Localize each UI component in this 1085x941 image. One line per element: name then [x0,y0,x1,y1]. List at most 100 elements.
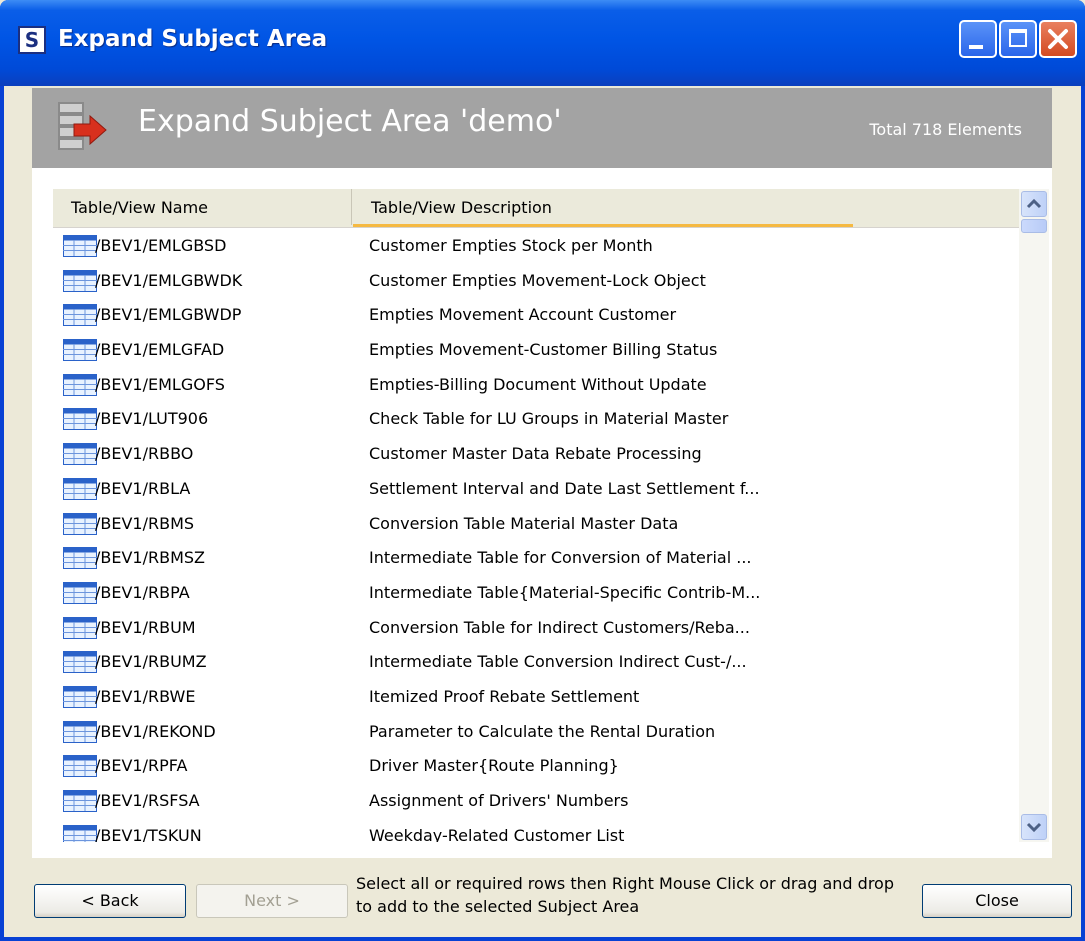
table-name: /BEV1/EMLGBSD [95,236,227,255]
table-name: /BEV1/RBWE [95,686,196,706]
table-icon [63,235,97,257]
minimize-icon [969,45,983,49]
table-icon [63,685,97,708]
table-name: /BEV1/RBLA [95,478,191,498]
table-icon [63,339,97,362]
table-row[interactable]: /BEV1/RBUMZ Intermediate Table Conversion… [53,644,1019,679]
table-description: Itemized Proof Rebate Settlement [369,686,640,706]
table-name: /BEV1/EMLGFAD [95,340,225,360]
vertical-scrollbar[interactable] [1019,189,1049,842]
table-icon [63,512,97,535]
scroll-thumb[interactable] [1021,219,1047,233]
table-description: Customer Empties Stock per Month [369,236,653,255]
table-row[interactable]: /BEV1/EMLGOFS Empties-Billing Document Wi… [53,367,1019,402]
table-row[interactable]: /BEV1/EMLGBSD Customer Empties Stock per … [53,228,1019,263]
scroll-up-button[interactable] [1021,191,1047,217]
table-description: Empties Movement Account Customer [369,305,677,325]
close-icon [1048,29,1068,49]
chevron-down-icon [1026,822,1042,833]
table-row[interactable]: /BEV1/RBBO Customer Master Data Rebate Pr… [53,436,1019,471]
table-row[interactable]: /BEV1/REKOND Parameter to Calculate the R… [53,714,1019,749]
table-icon [63,790,97,812]
tables-grid[interactable]: Table/View Name Table/View Description /… [52,188,1050,843]
table-description: Weekday-Related Customer List [369,825,625,843]
app-icon: S [18,26,46,54]
table-rows: /BEV1/EMLGBSD Customer Empties Stock per … [53,228,1019,843]
table-row[interactable]: /BEV1/RSFSA Assignment of Drivers' Number… [53,783,1019,818]
footer: < Back Next > Select all or required row… [0,858,1085,941]
table-name: /BEV1/TSKUN [95,825,202,843]
maximize-button[interactable] [999,20,1037,58]
table-name: /BEV1/RBUM [95,617,196,637]
maximize-icon [1009,29,1027,47]
column-header-name-label: Table/View Name [71,198,209,217]
table-row[interactable]: /BEV1/TSKUN Weekday-Related Customer List [53,818,1019,843]
table-row[interactable]: /BEV1/RBLA Settlement Interval and Date L… [53,471,1019,506]
table-description: Customer Master Data Rebate Processing [369,444,702,464]
table-row[interactable]: /BEV1/EMLGFAD Empties Movement-Customer B… [53,332,1019,367]
table-description: Customer Empties Movement-Lock Object [369,270,706,290]
title-bar[interactable]: S Expand Subject Area [0,0,1085,86]
table-name: /BEV1/REKOND [95,721,216,741]
table-name: /BEV1/RBUMZ [95,652,207,672]
table-icon [63,304,97,327]
window-title: Expand Subject Area [58,26,328,52]
table-icon [63,547,97,570]
table-icon [63,755,97,778]
table-row[interactable]: /BEV1/RBMS Conversion Table Material Mast… [53,506,1019,541]
table-icon [63,408,97,431]
chevron-up-icon [1026,198,1042,209]
column-header-name[interactable]: Table/View Name [53,189,352,225]
column-header-description-label: Table/View Description [371,198,552,217]
header-title: Expand Subject Area 'demo' [138,104,562,139]
table-icon [63,477,97,500]
header-band: Expand Subject Area 'demo' Total 718 Ele… [32,88,1052,168]
table-description: Conversion Table for Indirect Customers/… [369,617,750,637]
table-name: /BEV1/RSFSA [95,791,200,810]
table-name: /BEV1/EMLGBWDP [95,305,242,325]
scroll-down-button[interactable] [1021,814,1047,840]
table-icon [63,720,97,743]
table-name: /BEV1/RPFA [95,756,188,776]
next-button[interactable]: Next > [196,884,348,918]
table-name: /BEV1/EMLGOFS [95,374,225,394]
table-icon [63,581,97,604]
table-icon [63,373,97,396]
database-arrow-icon [58,102,107,150]
table-name: /BEV1/EMLGBWDK [95,270,243,290]
column-header-row: Table/View Name Table/View Description [53,189,1019,228]
table-row[interactable]: /BEV1/LUT906 Check Table for LU Groups in… [53,401,1019,436]
table-row[interactable]: /BEV1/RBUM Conversion Table for Indirect … [53,610,1019,645]
column-header-description[interactable]: Table/View Description [353,189,853,227]
table-row[interactable]: /BEV1/RBWE Itemized Proof Rebate Settleme… [53,679,1019,714]
table-row[interactable]: /BEV1/RPFA Driver Master{Route Planning} [53,748,1019,783]
table-description: Parameter to Calculate the Rental Durati… [369,721,716,741]
table-description: Driver Master{Route Planning} [369,756,619,776]
table-description: Settlement Interval and Date Last Settle… [369,478,760,498]
table-row[interactable]: /BEV1/EMLGBWDP Empties Movement Account C… [53,297,1019,332]
table-icon [63,443,97,466]
table-description: Empties Movement-Customer Billing Status [369,340,718,360]
close-button[interactable]: Close [922,884,1072,918]
total-elements: Total 718 Elements [869,120,1022,139]
content-panel: Table/View Name Table/View Description /… [32,168,1052,858]
table-description: Intermediate Table{Material-Specific Con… [369,582,761,602]
table-row[interactable]: /BEV1/RBPA Intermediate Table{Material-Sp… [53,575,1019,610]
table-icon [63,824,97,842]
back-button[interactable]: < Back [34,884,186,918]
table-row[interactable]: /BEV1/EMLGBWDK Customer Empties Movement-… [53,263,1019,298]
table-description: Conversion Table Material Master Data [369,513,679,533]
table-description: Check Table for LU Groups in Material Ma… [369,409,729,429]
minimize-button[interactable] [959,20,997,58]
table-name: /BEV1/LUT906 [95,409,209,429]
table-icon [63,269,97,292]
table-name: /BEV1/RBMS [95,513,195,533]
table-name: /BEV1/RBBO [95,444,194,464]
hint-text: Select all or required rows then Right M… [356,874,894,916]
table-row[interactable]: /BEV1/RBMSZ Intermediate Table for Conver… [53,540,1019,575]
close-window-button[interactable] [1039,20,1077,58]
table-icon [63,616,97,639]
table-description: Assignment of Drivers' Numbers [369,791,629,810]
table-description: Intermediate Table Conversion Indirect C… [369,652,747,672]
table-name: /BEV1/RBMSZ [95,548,206,568]
